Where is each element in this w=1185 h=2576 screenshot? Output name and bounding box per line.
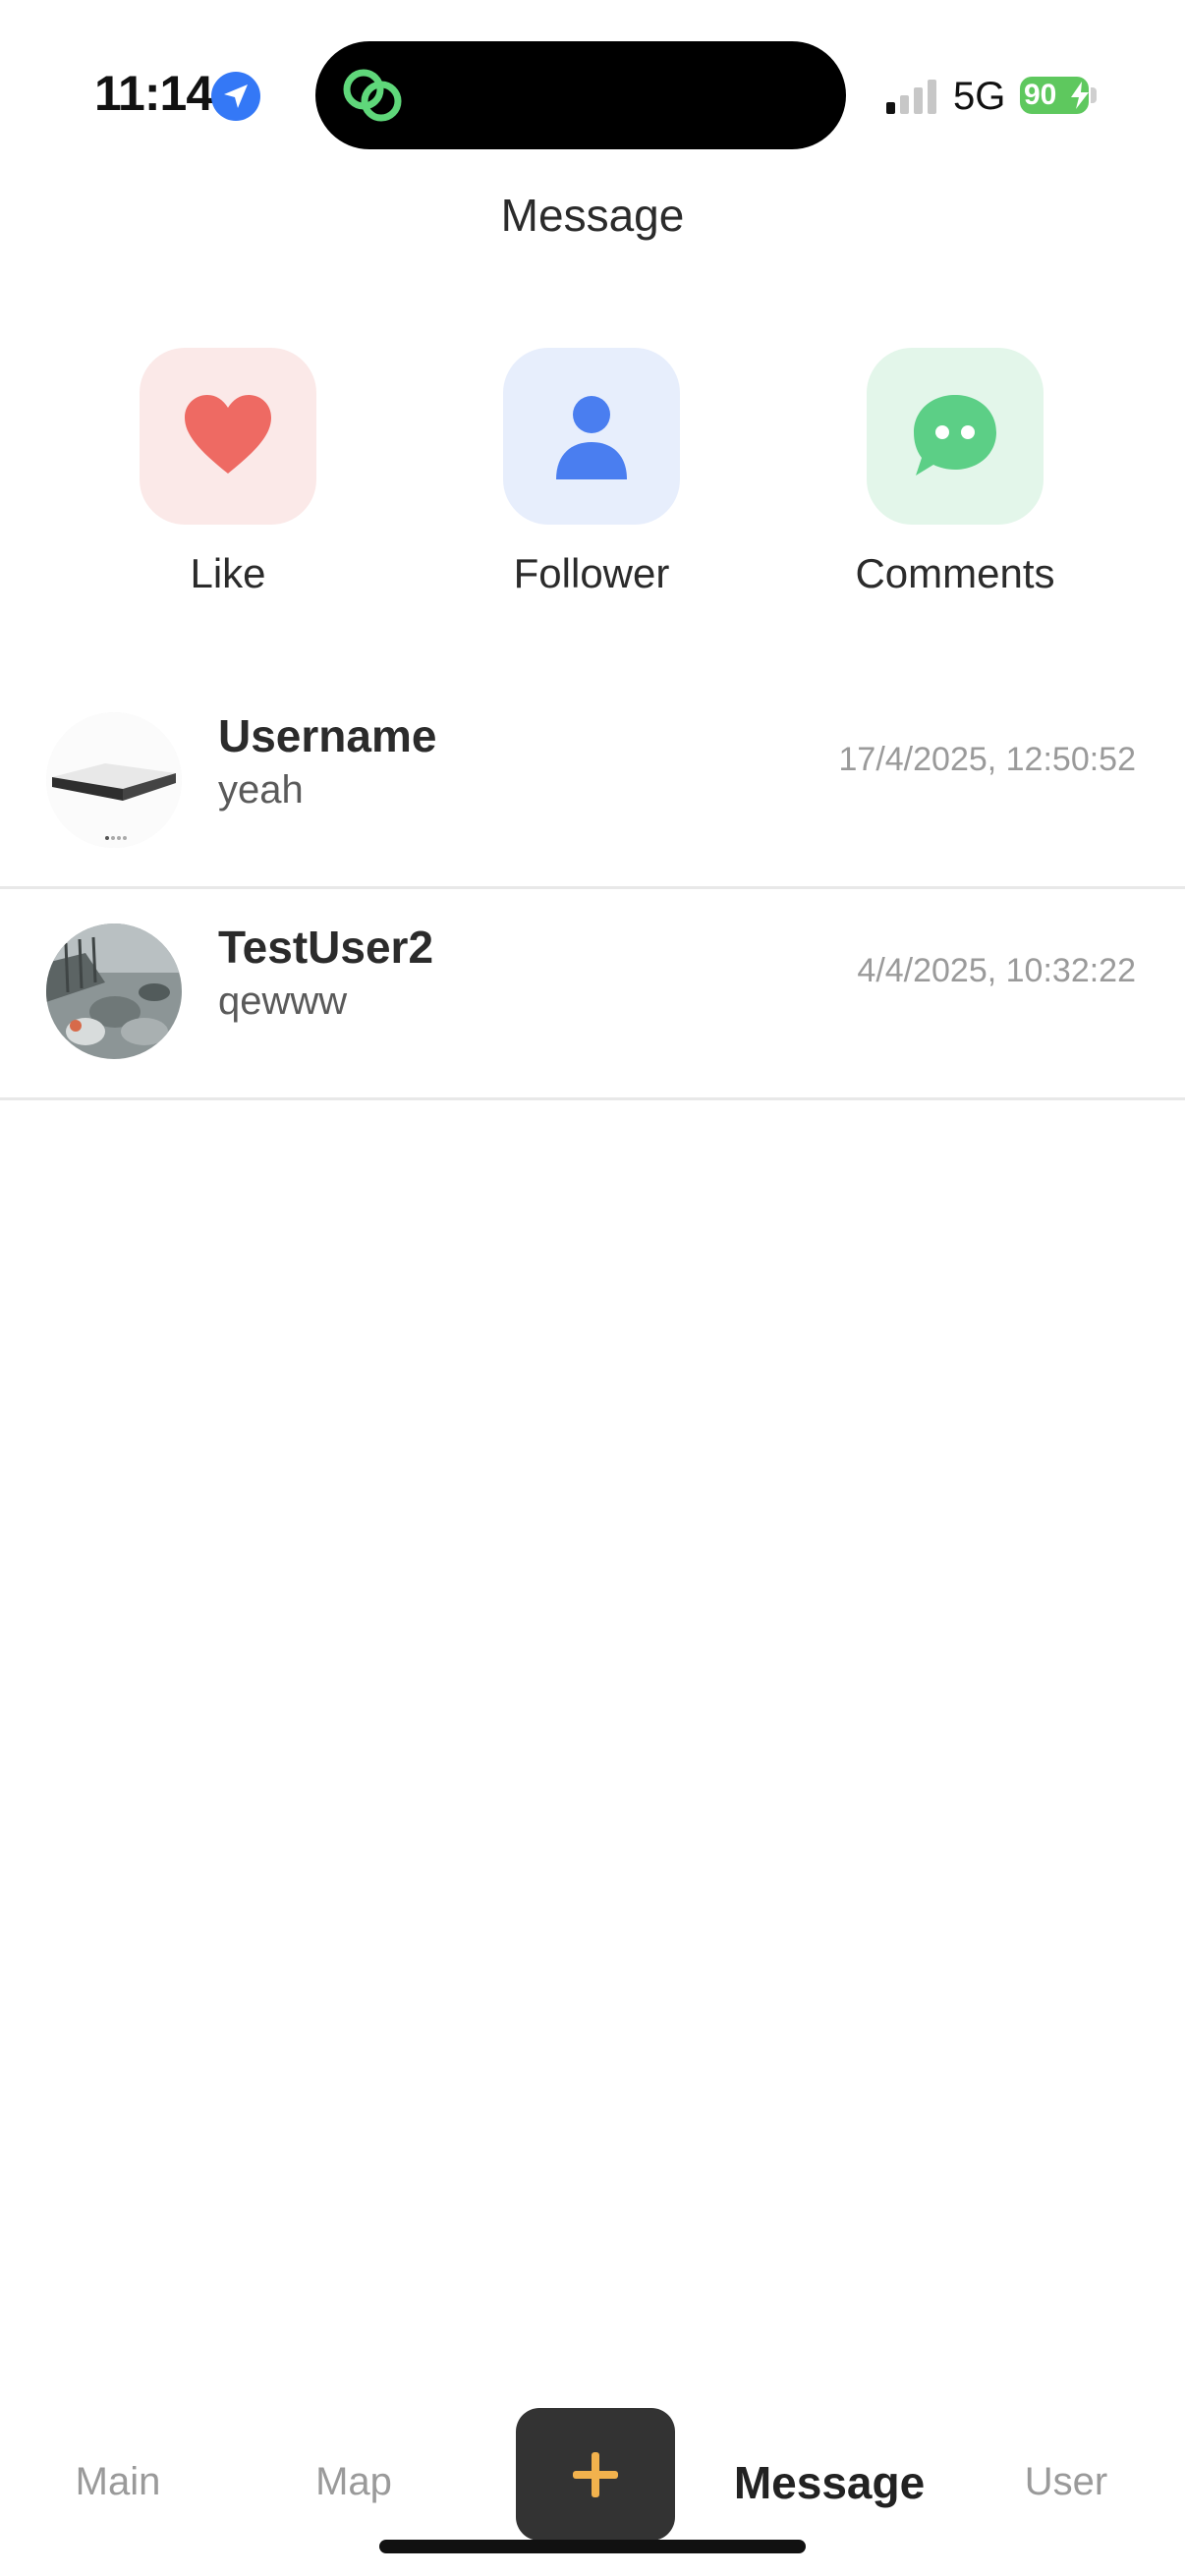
message-preview: yeah (218, 768, 304, 812)
battery-tip (1091, 87, 1097, 103)
message-preview: qewww (218, 980, 348, 1023)
add-post-button[interactable] (516, 2408, 675, 2541)
contact-name: Username (218, 710, 437, 761)
heart-icon (185, 395, 271, 474)
tab-map[interactable]: Map (255, 2460, 452, 2504)
follower-action[interactable]: Follower (444, 348, 739, 603)
tab-main[interactable]: Main (20, 2460, 216, 2504)
home-indicator (379, 2540, 806, 2553)
conversation-row[interactable]: Username yeah 17/4/2025, 12:50:52 (0, 678, 1185, 889)
message-timestamp: 17/4/2025, 12:50:52 (838, 741, 1137, 778)
network-label: 5G (953, 75, 1006, 118)
like-label: Like (190, 550, 266, 596)
like-action[interactable]: Like (81, 348, 375, 603)
birds-photo-avatar (46, 924, 182, 1059)
battery-charging-icon (1071, 82, 1089, 109)
tab-message[interactable]: Message (731, 2456, 928, 2509)
follower-label: Follower (513, 550, 670, 596)
messages-screen: 11:14 5G 90 Message Like Follower Commen… (0, 0, 1185, 2576)
comments-label: Comments (855, 550, 1055, 596)
signal-bars-icon (886, 80, 936, 114)
linked-rings-app-icon (343, 69, 402, 122)
comments-action[interactable]: Comments (808, 348, 1102, 603)
comments-tile[interactable] (867, 348, 1044, 525)
contact-name: TestUser2 (218, 922, 434, 973)
chat-bubble-icon (914, 395, 996, 476)
message-list: Username yeah 17/4/2025, 12:50:52 TestUs (0, 678, 1185, 1100)
location-arrow-icon (211, 72, 260, 121)
birds-image (46, 924, 182, 1059)
plus-icon (573, 2451, 618, 2497)
person-icon (556, 396, 627, 479)
follower-tile[interactable] (503, 348, 680, 525)
mattress-photo-avatar (46, 712, 182, 848)
page-title: Message (500, 190, 685, 241)
message-timestamp: 4/4/2025, 10:32:22 (857, 952, 1136, 989)
status-time: 11:14 (94, 66, 213, 121)
mattress-image (46, 712, 182, 848)
like-tile[interactable] (140, 348, 316, 525)
tab-user[interactable]: User (968, 2460, 1164, 2504)
conversation-row[interactable]: TestUser2 qewww 4/4/2025, 10:32:22 (0, 889, 1185, 1100)
